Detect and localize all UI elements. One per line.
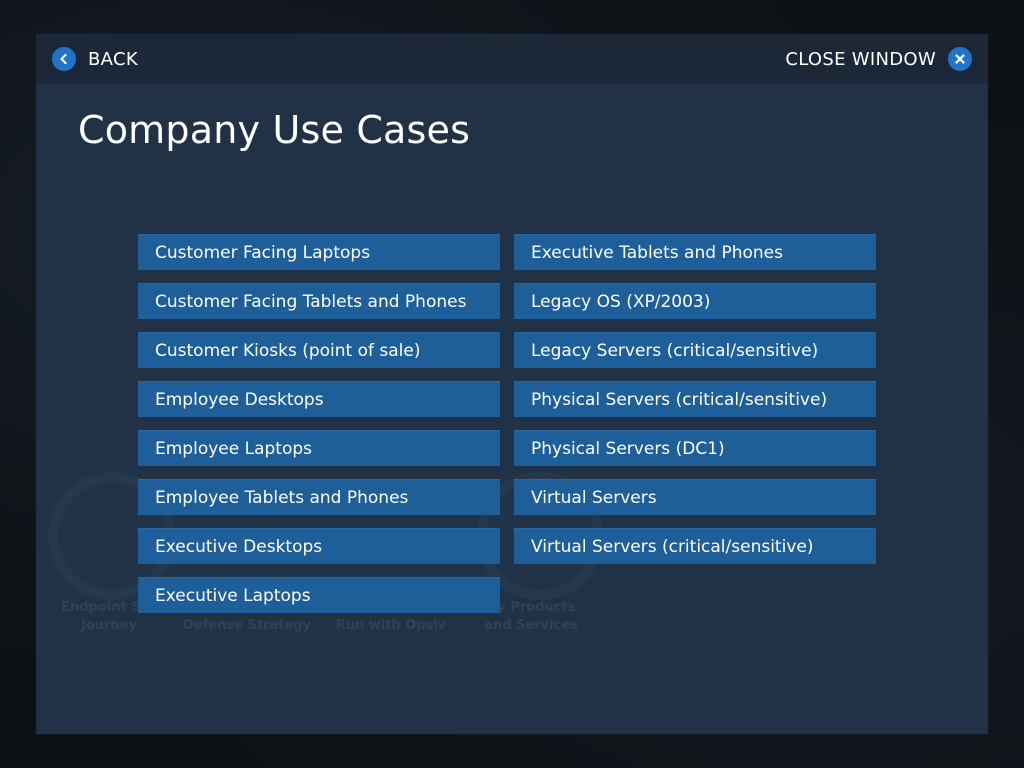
page-title: Company Use Cases — [78, 108, 471, 152]
use-case-button[interactable]: Virtual Servers (critical/sensitive) — [514, 528, 876, 564]
use-case-button[interactable]: Executive Laptops — [138, 577, 500, 613]
back-label: BACK — [88, 48, 138, 70]
use-case-column-right: Executive Tablets and Phones Legacy OS (… — [514, 234, 876, 577]
use-case-button[interactable]: Customer Facing Laptops — [138, 234, 500, 270]
use-case-button[interactable]: Virtual Servers — [514, 479, 876, 515]
use-case-button[interactable]: Physical Servers (DC1) — [514, 430, 876, 466]
use-case-button[interactable]: Employee Desktops — [138, 381, 500, 417]
back-button[interactable]: BACK — [52, 46, 138, 72]
use-case-button[interactable]: Customer Facing Tablets and Phones — [138, 283, 500, 319]
close-icon — [948, 47, 972, 71]
use-case-button[interactable]: Legacy Servers (critical/sensitive) — [514, 332, 876, 368]
close-window-button[interactable]: CLOSE WINDOW — [785, 46, 972, 72]
use-case-button[interactable]: Physical Servers (critical/sensitive) — [514, 381, 876, 417]
use-case-column-left: Customer Facing Laptops Customer Facing … — [138, 234, 500, 626]
use-case-button[interactable]: Executive Desktops — [138, 528, 500, 564]
use-case-button[interactable]: Employee Tablets and Phones — [138, 479, 500, 515]
use-case-button[interactable]: Employee Laptops — [138, 430, 500, 466]
use-case-button[interactable]: Executive Tablets and Phones — [514, 234, 876, 270]
close-window-label: CLOSE WINDOW — [785, 48, 936, 70]
use-case-button[interactable]: Legacy OS (XP/2003) — [514, 283, 876, 319]
use-cases-modal: Endpoint Sec Journey Defense Strategy Ru… — [36, 34, 988, 734]
use-case-button[interactable]: Customer Kiosks (point of sale) — [138, 332, 500, 368]
chevron-left-icon — [52, 47, 76, 71]
modal-header: BACK CLOSE WINDOW — [36, 34, 988, 84]
